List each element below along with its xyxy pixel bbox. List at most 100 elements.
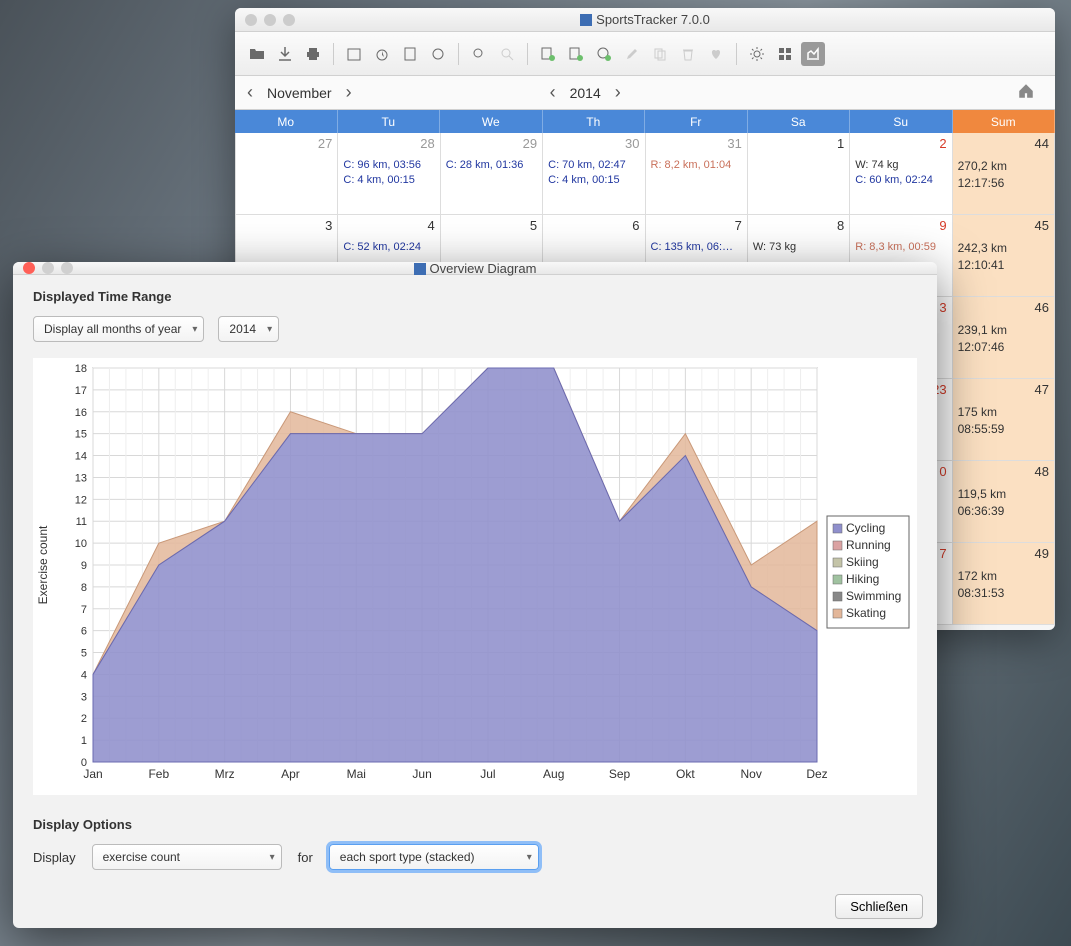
day-number: 30 [625,136,639,151]
prev-year-button[interactable]: ‹ [550,82,556,103]
svg-text:1: 1 [81,735,87,747]
calendar-entry[interactable]: C: 4 km, 00:15 [343,173,434,188]
svg-text:Apr: Apr [281,767,300,781]
dialog-titlebar: Overview Diagram [13,262,937,275]
calendar-entry[interactable]: C: 28 km, 01:36 [446,158,537,173]
day-number: 29 [523,136,537,151]
week-summary-text: 239,1 km12:07:46 [958,322,1049,356]
svg-text:7: 7 [81,604,87,616]
next-year-button[interactable]: › [615,82,621,103]
calendar-entry[interactable]: C: 96 km, 03:56 [343,158,434,173]
note-icon[interactable] [398,42,422,66]
timerange-heading: Displayed Time Range [33,289,917,304]
heart-icon[interactable] [704,42,728,66]
calendar-entry[interactable]: C: 60 km, 02:24 [855,173,946,188]
week-summary-cell: 45242,3 km12:10:41 [953,215,1055,297]
svg-text:2: 2 [81,713,87,725]
calendar-entry[interactable]: C: 70 km, 02:47 [548,158,639,173]
chart-icon[interactable] [801,42,825,66]
power-icon[interactable] [426,42,450,66]
day-number: 1 [837,136,844,151]
print-icon[interactable] [301,42,325,66]
grid-icon[interactable] [773,42,797,66]
delete-icon[interactable] [676,42,700,66]
svg-text:9: 9 [81,560,87,572]
calendar-entry[interactable]: W: 74 kg [855,158,946,173]
calendar-cell[interactable]: 28 C: 96 km, 03:56C: 4 km, 00:15 [338,133,440,215]
svg-text:Swimming: Swimming [846,589,901,603]
day-number: 8 [837,218,844,233]
add-exercise-icon[interactable] [536,42,560,66]
day-number: 28 [420,136,434,151]
calendar-entry[interactable]: C: 52 km, 02:24 [343,240,434,255]
week-number: 45 [1035,218,1049,233]
week-summary-cell: 46239,1 km12:07:46 [953,297,1055,379]
prev-month-button[interactable]: ‹ [247,82,253,103]
calendar-icon[interactable] [342,42,366,66]
calendar-entry[interactable]: C: 135 km, 06:… [651,240,742,255]
week-summary-cell: 49172 km08:31:53 [953,543,1055,625]
calendar-cell[interactable]: 30 C: 70 km, 02:47C: 4 km, 00:15 [543,133,645,215]
day-number: 27 [318,136,332,151]
day-number: 31 [727,136,741,151]
calendar-entry[interactable]: R: 8,2 km, 01:04 [651,158,742,173]
week-number: 49 [1035,546,1049,561]
calendar-cell[interactable]: 1 [748,133,850,215]
zoom-in-icon[interactable] [467,42,491,66]
calendar-entry[interactable]: W: 73 kg [753,240,844,255]
titlebar: SportsTracker 7.0.0 [235,8,1055,32]
svg-text:15: 15 [75,429,87,441]
svg-text:Mai: Mai [347,767,366,781]
day-header: Sa [748,110,851,133]
month-label: November [267,85,332,101]
add-weight-icon[interactable] [592,42,616,66]
day-number: 3 [325,218,332,233]
range-select[interactable]: Display all months of year [33,316,204,342]
year-select[interactable]: 2014 [218,316,279,342]
copy-icon[interactable] [648,42,672,66]
svg-text:Running: Running [846,538,891,552]
svg-text:Feb: Feb [148,767,169,781]
svg-text:Skiing: Skiing [846,555,879,569]
window-title: SportsTracker 7.0.0 [235,12,1055,27]
calendar-cell[interactable]: 31 R: 8,2 km, 01:04 [646,133,748,215]
day-header: Th [543,110,646,133]
week-number: 44 [1035,136,1049,151]
year-label: 2014 [570,85,601,101]
svg-text:Cycling: Cycling [846,521,885,535]
day-header: We [440,110,543,133]
zoom-out-icon[interactable] [495,42,519,66]
day-number: 5 [530,218,537,233]
toolbar [235,32,1055,76]
svg-text:Nov: Nov [741,767,762,781]
svg-text:14: 14 [75,451,87,463]
edit-icon[interactable] [620,42,644,66]
day-header: Sum [953,110,1056,133]
display-value-select[interactable]: exercise count [92,844,282,870]
calendar-cell[interactable]: 29 C: 28 km, 01:36 [441,133,543,215]
for-label: for [298,850,313,865]
open-icon[interactable] [245,42,269,66]
save-icon[interactable] [273,42,297,66]
home-icon[interactable] [1017,82,1035,103]
close-button[interactable]: Schließen [835,894,923,919]
svg-text:Okt: Okt [676,767,695,781]
display-label: Display [33,850,76,865]
next-month-button[interactable]: › [346,82,352,103]
svg-text:Mrz: Mrz [215,767,235,781]
calendar-cell[interactable]: 2W: 74 kgC: 60 km, 02:24 [850,133,952,215]
gear-icon[interactable] [745,42,769,66]
week-summary-cell: 47175 km08:55:59 [953,379,1055,461]
svg-text:5: 5 [81,648,87,660]
day-header: Tu [338,110,441,133]
dialog-title: Overview Diagram [13,261,937,276]
day-number: 7 [939,546,946,561]
calendar-cell[interactable]: 27 [235,133,338,215]
add-note-icon[interactable] [564,42,588,66]
display-options-heading: Display Options [33,817,917,832]
for-value-select[interactable]: each sport type (stacked) [329,844,539,870]
calendar-entry[interactable]: R: 8,3 km, 00:59 [855,240,946,255]
svg-text:16: 16 [75,407,87,419]
calendar-entry[interactable]: C: 4 km, 00:15 [548,173,639,188]
timer-icon[interactable] [370,42,394,66]
